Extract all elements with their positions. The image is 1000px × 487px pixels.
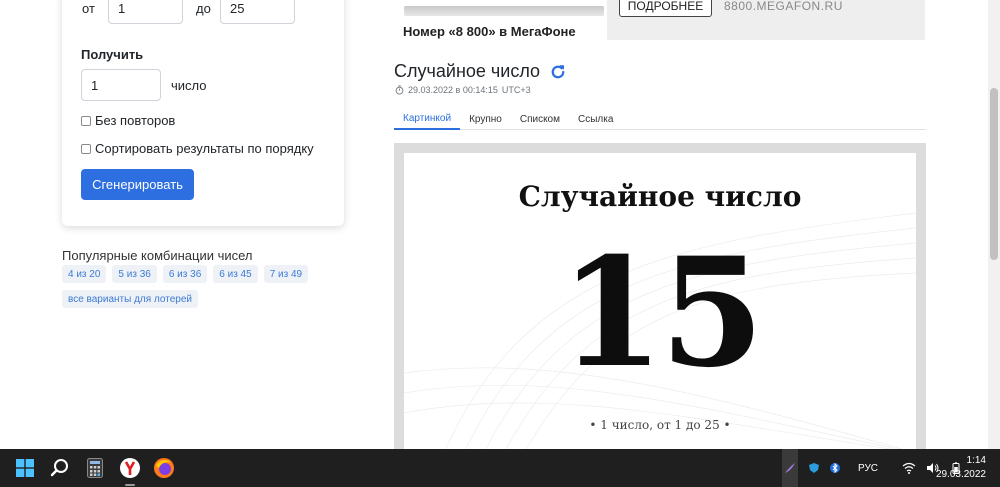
result-timezone: UTC+3 [501, 85, 531, 95]
tab-link[interactable]: Ссылка [569, 108, 622, 130]
picture-caption: • 1 число, от 1 до 25 • [589, 418, 731, 432]
clock-time: 1:14 [966, 455, 986, 466]
no-repeat-checkbox[interactable] [81, 115, 91, 126]
browser-page: от 1 до 25 Получить 1 число Без повторов… [0, 0, 1000, 449]
no-repeat-row[interactable]: Без повторов [81, 113, 175, 128]
sort-label: Сортировать результаты по порядку [95, 141, 314, 156]
bluetooth-icon[interactable] [830, 462, 840, 474]
start-icon[interactable] [13, 456, 37, 480]
no-repeat-label: Без повторов [95, 113, 176, 128]
all-variants-row: все варианты для лотерей [62, 290, 198, 308]
to-input[interactable]: 25 [220, 0, 295, 24]
active-app-indicator [125, 484, 135, 486]
ad-banner[interactable]: Номер «8 800» в МегаФоне ПОДРОБНЕЕ 8800.… [394, 0, 925, 40]
taskbar: РУС 1:14 29.03.2022 [0, 449, 1000, 487]
search-icon[interactable] [48, 456, 72, 480]
shield-icon[interactable] [808, 462, 820, 474]
generator-form-card: от 1 до 25 Получить 1 число Без повторов… [62, 0, 344, 226]
result-datetime: 29.03.2022 в 00:14:15 [408, 85, 498, 95]
count-unit-label: число [171, 77, 207, 93]
result-tabs: Картинкой Крупно Списком Ссылка [394, 108, 926, 130]
count-row: 1 число [81, 69, 207, 101]
from-input[interactable]: 1 [108, 0, 183, 24]
tab-list[interactable]: Списком [511, 108, 569, 130]
firefox-icon[interactable] [152, 456, 176, 480]
ad-image: Номер «8 800» в МегаФоне [394, 0, 607, 40]
from-label: от [82, 0, 95, 16]
language-indicator[interactable]: РУС [858, 463, 878, 474]
to-label: до [196, 0, 211, 16]
ad-image-bar [404, 6, 604, 16]
ad-url[interactable]: 8800.MEGAFON.RU [724, 0, 843, 13]
tab-large[interactable]: Крупно [460, 108, 511, 130]
feather-icon [785, 463, 795, 473]
chip-7-of-49[interactable]: 7 из 49 [263, 265, 309, 283]
date-row: 29.03.2022 в 00:14:15 UTC+3 [395, 85, 531, 95]
result-picture: Случайное число 15 • 1 число, от 1 до 25… [404, 153, 916, 449]
ad-text: Номер «8 800» в МегаФоне [403, 24, 576, 39]
result-title: Случайное число [394, 61, 541, 81]
result-heading: Случайное число [394, 61, 567, 82]
chip-5-of-36[interactable]: 5 из 36 [112, 265, 157, 283]
tab-picture[interactable]: Картинкой [394, 108, 461, 130]
wifi-icon[interactable] [902, 462, 916, 474]
calculator-icon[interactable] [83, 456, 107, 480]
popular-title: Популярные комбинации чисел [62, 248, 253, 263]
chip-4-of-20[interactable]: 4 из 20 [62, 265, 107, 283]
tray-pinned-app[interactable] [782, 449, 798, 487]
yandex-browser-icon[interactable] [118, 456, 142, 480]
get-title: Получить [81, 47, 144, 62]
clock-date: 29.03.2022 [935, 469, 986, 480]
generate-button[interactable]: Сгенерировать [81, 169, 194, 200]
picture-title: Случайное число [518, 180, 802, 213]
sort-checkbox[interactable] [81, 143, 91, 154]
scrollbar-thumb[interactable] [990, 88, 998, 260]
count-input[interactable]: 1 [81, 69, 161, 101]
clock[interactable]: 1:14 29.03.2022 [936, 454, 986, 482]
random-number: 15 [559, 225, 765, 401]
sort-row[interactable]: Сортировать результаты по порядку [81, 141, 314, 156]
range-row: от 1 до 25 [82, 0, 295, 24]
refresh-icon[interactable] [549, 63, 567, 81]
chip-6-of-45[interactable]: 6 из 45 [213, 265, 258, 283]
popular-chips: 4 из 20 5 из 36 6 из 36 6 из 45 7 из 49 [62, 265, 309, 283]
all-lottery-variants-link[interactable]: все варианты для лотерей [62, 290, 198, 308]
stopwatch-icon [395, 85, 404, 95]
result-picture-frame: Случайное число 15 • 1 число, от 1 до 25… [394, 143, 926, 449]
page-scrollbar[interactable] [988, 0, 1000, 449]
chip-6-of-36[interactable]: 6 из 36 [162, 265, 208, 283]
ad-more-button[interactable]: ПОДРОБНЕЕ [619, 0, 712, 17]
